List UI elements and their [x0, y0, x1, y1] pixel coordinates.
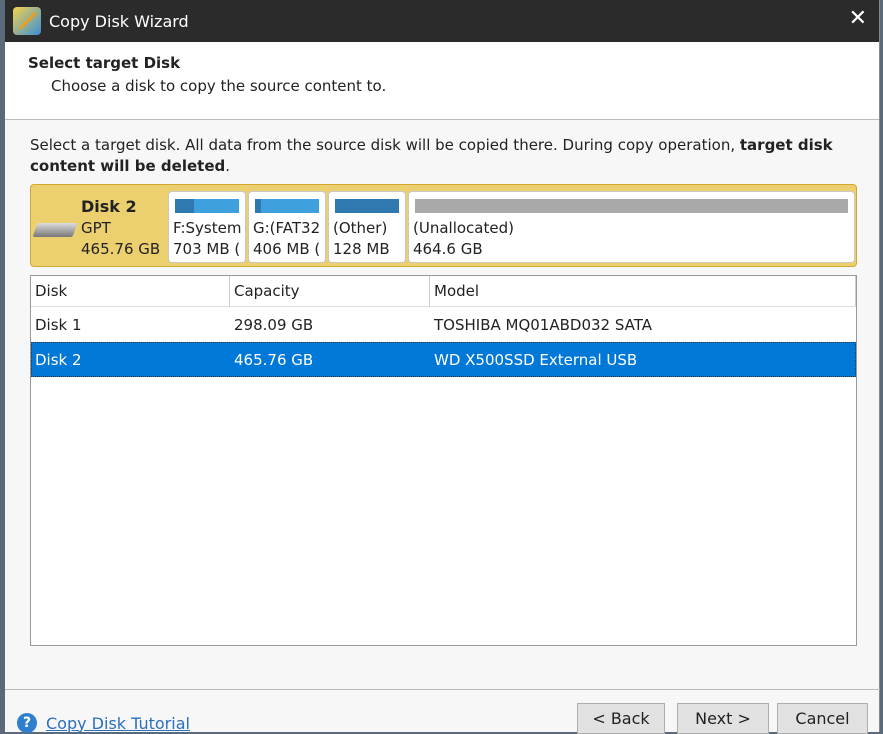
cell-disk: Disk 2 — [35, 350, 82, 369]
cell-capacity: 465.76 GB — [234, 350, 314, 369]
unallocated-bar — [415, 199, 848, 213]
column-header-capacity[interactable]: Capacity — [230, 276, 430, 306]
cell-disk: Disk 1 — [35, 315, 82, 334]
disk-label: Disk 2 GPT 465.76 GB — [81, 196, 160, 260]
cancel-button[interactable]: Cancel — [777, 703, 868, 734]
partition-usage-bar — [255, 199, 319, 213]
partition-size: 406 MB ( — [253, 240, 321, 258]
partition-block[interactable]: (Unallocated) 464.6 GB — [408, 191, 855, 263]
partition-block[interactable]: G:(FAT32 406 MB ( — [248, 191, 326, 263]
partition-label: (Unallocated) — [413, 219, 514, 237]
next-button[interactable]: Next > — [677, 703, 769, 734]
tutorial-link-group: ? Copy Disk Tutorial — [17, 713, 190, 733]
disk-type: GPT — [81, 219, 111, 237]
cell-model: TOSHIBA MQ01ABD032 SATA — [434, 315, 653, 334]
wizard-wand-icon — [13, 7, 41, 35]
back-button[interactable]: < Back — [577, 703, 665, 734]
column-header-disk[interactable]: Disk — [31, 276, 230, 306]
disk-table: Disk Capacity Model Disk 1 298.09 GB TOS… — [30, 275, 857, 646]
partition-label: G:(FAT32 — [253, 219, 321, 237]
table-row-selected[interactable]: Disk 2 465.76 GB WD X500SSD External USB — [31, 342, 856, 377]
cell-capacity: 298.09 GB — [234, 315, 314, 334]
page-title: Select target Disk — [28, 54, 181, 72]
info-text: Select a target disk. All data from the … — [30, 135, 840, 177]
column-header-model[interactable]: Model — [430, 276, 856, 306]
partition-size: 464.6 GB — [413, 240, 483, 258]
partition-block[interactable]: (Other) 128 MB — [328, 191, 406, 263]
page-subtitle: Choose a disk to copy the source content… — [51, 77, 387, 95]
partition-usage-bar — [335, 199, 399, 213]
partition-size: 703 MB ( — [173, 240, 241, 258]
disk-name: Disk 2 — [81, 197, 137, 216]
table-header: Disk Capacity Model — [31, 276, 856, 307]
wizard-footer: ? Copy Disk Tutorial < Back Next > Cance… — [5, 689, 880, 734]
window-title: Copy Disk Wizard — [49, 11, 189, 31]
partition-label: (Other) — [333, 219, 388, 237]
partition-size: 128 MB — [333, 240, 390, 258]
copy-disk-wizard-dialog: Copy Disk Wizard ✕ Select target Disk Ch… — [5, 0, 880, 734]
close-icon[interactable]: ✕ — [849, 6, 867, 31]
partition-label: F:System — [173, 219, 242, 237]
cell-model: WD X500SSD External USB — [434, 350, 638, 369]
hard-disk-icon — [32, 223, 78, 237]
title-bar: Copy Disk Wizard ✕ — [5, 0, 879, 42]
help-icon[interactable]: ? — [17, 713, 37, 733]
info-end: . — [225, 157, 231, 175]
disk-size: 465.76 GB — [81, 240, 161, 258]
wizard-header: Select target Disk Choose a disk to copy… — [5, 42, 879, 120]
copy-disk-tutorial-link[interactable]: Copy Disk Tutorial — [46, 714, 190, 733]
partition-block[interactable]: F:System 703 MB ( — [168, 191, 246, 263]
partition-usage-bar — [175, 199, 239, 213]
disk-map-selected[interactable]: Disk 2 GPT 465.76 GB F:System 703 MB ( G… — [30, 184, 857, 267]
info-plain: Select a target disk. All data from the … — [30, 136, 740, 154]
table-row[interactable]: Disk 1 298.09 GB TOSHIBA MQ01ABD032 SATA — [31, 307, 856, 342]
